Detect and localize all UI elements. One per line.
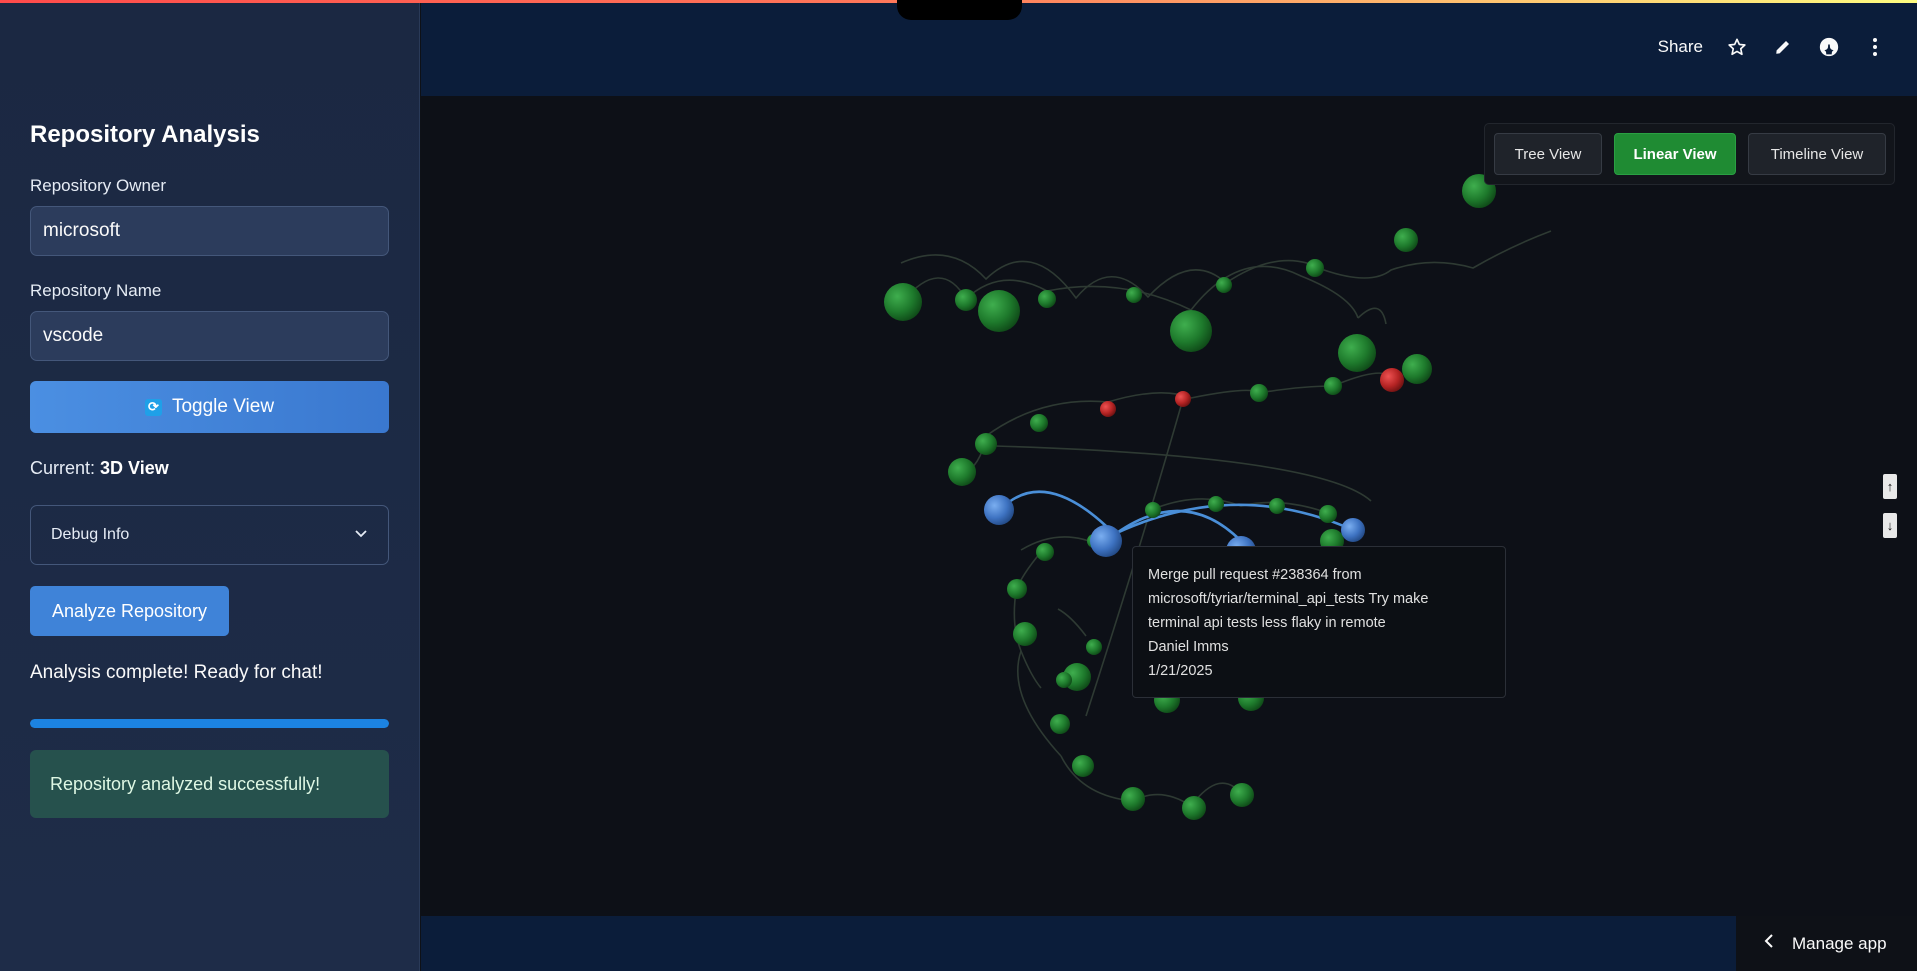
- share-button[interactable]: Share: [1658, 37, 1703, 57]
- tooltip-message-line-1: Merge pull request #238364 from: [1148, 567, 1362, 583]
- graph-visualization[interactable]: [421, 96, 1917, 916]
- chevron-down-icon: [354, 526, 368, 545]
- commit-graph-canvas[interactable]: [421, 96, 1917, 916]
- highlighted-path: [998, 490, 1354, 543]
- app-footer: [421, 916, 1917, 971]
- manage-app-button[interactable]: Manage app: [1736, 916, 1917, 971]
- repo-name-label: Repository Name: [30, 281, 162, 300]
- header-actions: Share: [1658, 35, 1887, 59]
- linear-view-button[interactable]: Linear View: [1614, 133, 1736, 175]
- tooltip-date: 1/21/2025: [1148, 663, 1213, 679]
- current-view-text: Current: 3D View: [30, 458, 169, 479]
- timeline-view-button[interactable]: Timeline View: [1748, 133, 1886, 175]
- sidebar-heading: Repository Analysis: [30, 121, 260, 148]
- scroll-down-button[interactable]: ↓: [1883, 513, 1897, 538]
- scroll-up-button[interactable]: ↑: [1883, 474, 1897, 499]
- screen-notch: [897, 0, 1022, 20]
- tree-view-button[interactable]: Tree View: [1494, 133, 1602, 175]
- owner-input[interactable]: [30, 206, 389, 256]
- toggle-view-label: Toggle View: [171, 396, 275, 417]
- analyze-repository-button[interactable]: Analyze Repository: [30, 586, 229, 636]
- analysis-status-text: Analysis complete! Ready for chat!: [30, 662, 323, 683]
- more-vertical-icon[interactable]: [1863, 35, 1887, 59]
- toggle-view-button[interactable]: ⟳ Toggle View: [30, 381, 389, 433]
- manage-app-label: Manage app: [1792, 933, 1887, 953]
- debug-info-label: Debug Info: [51, 526, 130, 543]
- tooltip-author: Daniel Imms: [1148, 639, 1229, 655]
- github-icon[interactable]: [1817, 35, 1841, 59]
- progress-bar-fill: [30, 719, 389, 728]
- app-header: Share: [421, 3, 1917, 96]
- current-view-value: 3D View: [100, 458, 169, 478]
- refresh-icon: ⟳: [144, 398, 162, 416]
- debug-info-expander[interactable]: Debug Info: [30, 505, 389, 565]
- commit-tooltip: Merge pull request #238364 from microsof…: [1132, 546, 1506, 698]
- tooltip-message-line-2: microsoft/tyriar/terminal_api_tests Try …: [1148, 591, 1429, 607]
- sidebar: Repository Analysis Repository Owner Rep…: [0, 0, 420, 971]
- current-view-prefix: Current:: [30, 458, 96, 478]
- tooltip-message-line-3: terminal api tests less flaky in remote: [1148, 615, 1386, 631]
- repo-name-input[interactable]: [30, 311, 389, 361]
- success-alert-text: Repository analyzed successfully!: [50, 773, 321, 794]
- star-icon[interactable]: [1725, 35, 1749, 59]
- success-alert: Repository analyzed successfully!: [30, 750, 389, 818]
- owner-label: Repository Owner: [30, 176, 167, 195]
- pencil-icon[interactable]: [1771, 35, 1795, 59]
- progress-bar: [30, 719, 389, 728]
- chevron-left-icon: [1764, 933, 1774, 954]
- view-switcher: Tree View Linear View Timeline View: [1484, 123, 1895, 185]
